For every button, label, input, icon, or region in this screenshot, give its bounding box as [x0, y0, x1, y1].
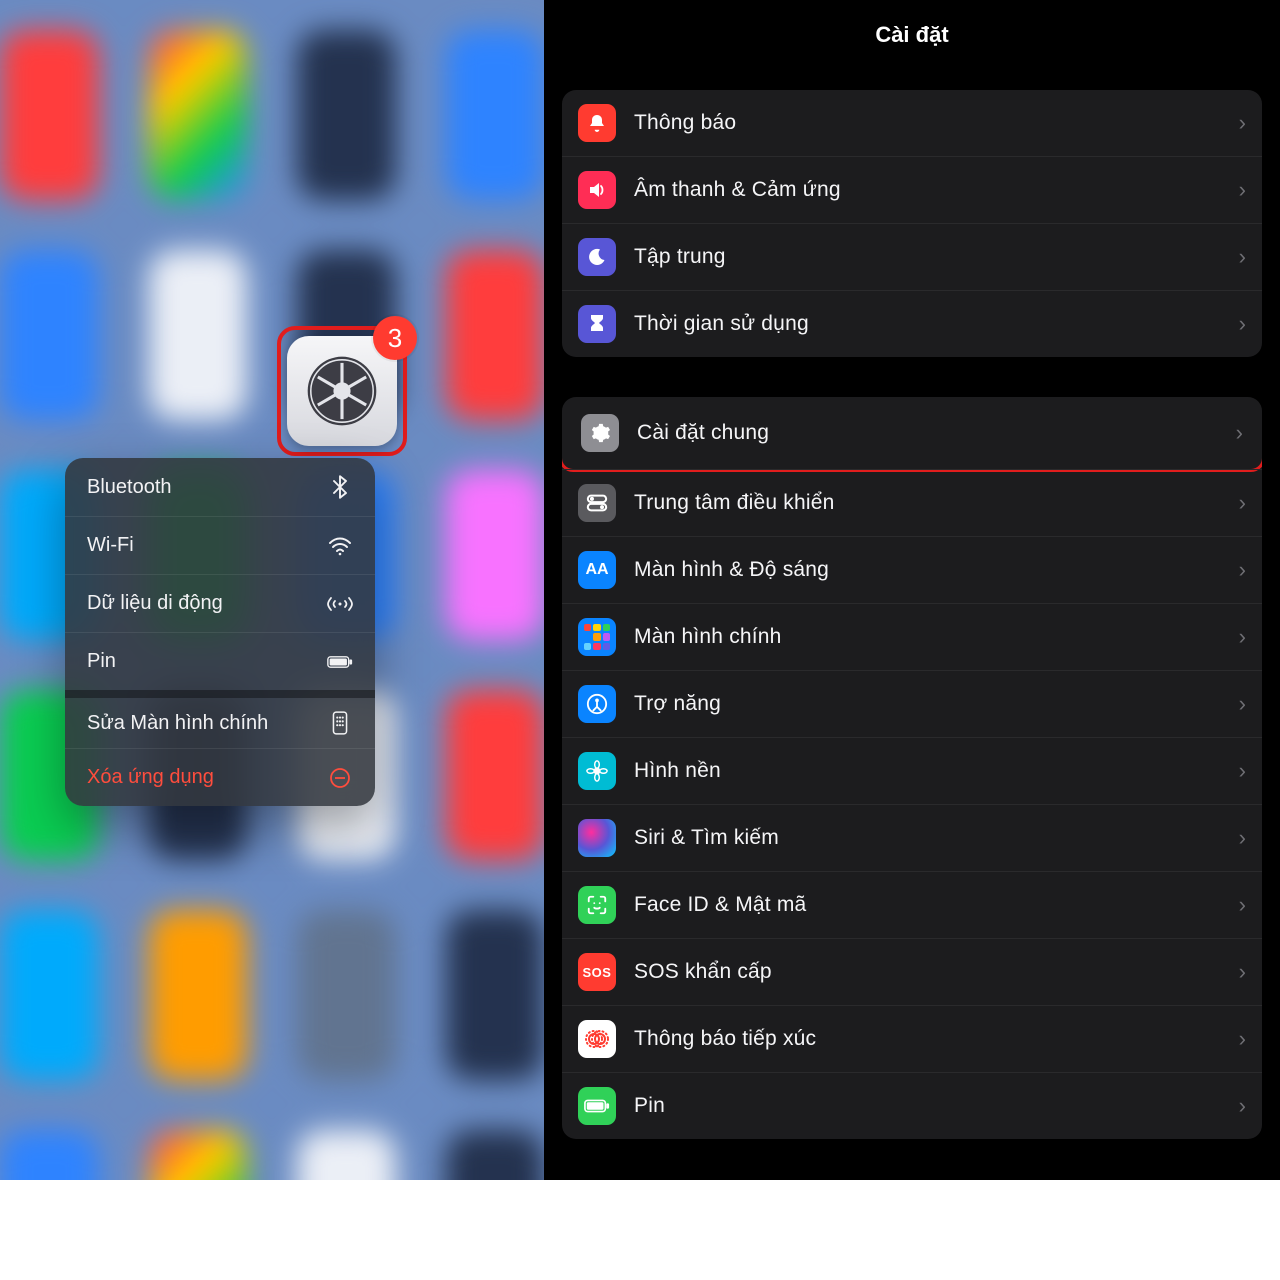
- settings-group: Thông báo›Âm thanh & Cảm ứng›Tập trung›T…: [562, 90, 1262, 357]
- context-item-label: Bluetooth: [87, 476, 172, 499]
- sounds-icon: [578, 171, 616, 209]
- context-item-label: Xóa ứng dụng: [87, 766, 214, 789]
- settings-row-label: Tập trung: [634, 245, 1221, 269]
- screentime-icon: [578, 305, 616, 343]
- context-menu-item[interactable]: Wi-Fi: [65, 516, 375, 574]
- settings-row-label: Hình nền: [634, 759, 1221, 783]
- battery-icon: [327, 654, 353, 670]
- settings-row[interactable]: Trung tâm điều khiển ›: [562, 469, 1262, 536]
- bluetooth-icon: [327, 475, 353, 499]
- settings-row[interactable]: Cài đặt chung ›: [565, 400, 1259, 466]
- homescreen-icon: [578, 618, 616, 656]
- chevron-right-icon: ›: [1239, 758, 1246, 784]
- gear-icon: [303, 352, 381, 430]
- chevron-right-icon: ›: [1239, 490, 1246, 516]
- chevron-right-icon: ›: [1236, 420, 1243, 446]
- settings-row-label: Trung tâm điều khiển: [634, 491, 1221, 515]
- wallpaper-icon: [578, 752, 616, 790]
- wifi-icon: [327, 536, 353, 556]
- chevron-right-icon: ›: [1239, 892, 1246, 918]
- settings-row[interactable]: Face ID & Mật mã ›: [562, 871, 1262, 938]
- context-menu-item[interactable]: Sửa Màn hình chính: [65, 690, 375, 748]
- settings-row[interactable]: SOS SOS khẩn cấp ›: [562, 938, 1262, 1005]
- notifications-icon: [578, 104, 616, 142]
- context-item-label: Sửa Màn hình chính: [87, 712, 268, 735]
- settings-screen: Cài đặt Thông báo›Âm thanh & Cảm ứng›Tập…: [544, 0, 1280, 1180]
- control-center-icon: [578, 484, 616, 522]
- chevron-right-icon: ›: [1239, 624, 1246, 650]
- context-item-label: Dữ liệu di động: [87, 592, 223, 615]
- accessibility-icon: [578, 685, 616, 723]
- chevron-right-icon: ›: [1239, 311, 1246, 337]
- context-menu-item[interactable]: Pin: [65, 632, 375, 690]
- settings-row[interactable]: Pin ›: [562, 1072, 1262, 1139]
- settings-row-label: Thông báo tiếp xúc: [634, 1027, 1221, 1051]
- settings-row-label: Màn hình chính: [634, 625, 1221, 649]
- settings-row[interactable]: AA Màn hình & Độ sáng ›: [562, 536, 1262, 603]
- settings-row[interactable]: Trợ năng ›: [562, 670, 1262, 737]
- settings-row-label: Màn hình & Độ sáng: [634, 558, 1221, 582]
- chevron-right-icon: ›: [1239, 959, 1246, 985]
- settings-row[interactable]: Thông báo ›: [562, 90, 1262, 156]
- chevron-right-icon: ›: [1239, 557, 1246, 583]
- settings-row-label: Siri & Tìm kiếm: [634, 826, 1221, 850]
- settings-row-label: Thông báo: [634, 111, 1221, 135]
- cellular-icon: [327, 594, 353, 614]
- exposure-icon: [578, 1020, 616, 1058]
- settings-list[interactable]: Thông báo›Âm thanh & Cảm ứng›Tập trung›T…: [544, 70, 1280, 1180]
- canvas-margin: [0, 1180, 1280, 1280]
- focus-icon: [578, 238, 616, 276]
- settings-row-label: Face ID & Mật mã: [634, 893, 1221, 917]
- chevron-right-icon: ›: [1239, 1026, 1246, 1052]
- edit-home-icon: [327, 711, 353, 735]
- context-item-label: Pin: [87, 650, 116, 673]
- remove-icon: [327, 767, 353, 789]
- settings-row-label: Cài đặt chung: [637, 421, 1218, 445]
- settings-app-highlight: 3: [277, 326, 407, 456]
- left-pane: 3 Bluetooth Wi-Fi Dữ liệu di động Pin Sửa Mà…: [0, 0, 544, 1180]
- context-menu-item[interactable]: Dữ liệu di động: [65, 574, 375, 632]
- settings-row-label: Thời gian sử dụng: [634, 312, 1221, 336]
- settings-row-label: SOS khẩn cấp: [634, 960, 1221, 984]
- settings-row-label: Trợ năng: [634, 692, 1221, 716]
- display-icon: AA: [578, 551, 616, 589]
- chevron-right-icon: ›: [1239, 825, 1246, 851]
- context-menu-item[interactable]: Xóa ứng dụng: [65, 748, 375, 806]
- chevron-right-icon: ›: [1239, 691, 1246, 717]
- siri-icon: [578, 819, 616, 857]
- settings-row[interactable]: Màn hình chính ›: [562, 603, 1262, 670]
- chevron-right-icon: ›: [1239, 110, 1246, 136]
- context-item-label: Wi-Fi: [87, 534, 134, 557]
- chevron-right-icon: ›: [1239, 1093, 1246, 1119]
- general-icon: [581, 414, 619, 452]
- sos-icon: SOS: [578, 953, 616, 991]
- context-menu-item[interactable]: Bluetooth: [65, 458, 375, 516]
- settings-row-label: Pin: [634, 1094, 1221, 1118]
- settings-row[interactable]: Thông báo tiếp xúc ›: [562, 1005, 1262, 1072]
- settings-row[interactable]: Âm thanh & Cảm ứng ›: [562, 156, 1262, 223]
- battery-settings-icon: [578, 1087, 616, 1125]
- chevron-right-icon: ›: [1239, 177, 1246, 203]
- notification-badge: 3: [373, 316, 417, 360]
- faceid-icon: [578, 886, 616, 924]
- chevron-right-icon: ›: [1239, 244, 1246, 270]
- settings-row[interactable]: Tập trung ›: [562, 223, 1262, 290]
- settings-group: Cài đặt chung › Trung tâm điều khiển › AA Màn…: [562, 397, 1262, 1139]
- settings-row[interactable]: Siri & Tìm kiếm ›: [562, 804, 1262, 871]
- highlighted-row: Cài đặt chung ›: [562, 397, 1262, 472]
- settings-row-label: Âm thanh & Cảm ứng: [634, 178, 1221, 202]
- settings-row[interactable]: Thời gian sử dụng ›: [562, 290, 1262, 357]
- context-menu: Bluetooth Wi-Fi Dữ liệu di động Pin Sửa Màn …: [65, 458, 375, 806]
- page-title: Cài đặt: [544, 0, 1280, 70]
- settings-row[interactable]: Hình nền ›: [562, 737, 1262, 804]
